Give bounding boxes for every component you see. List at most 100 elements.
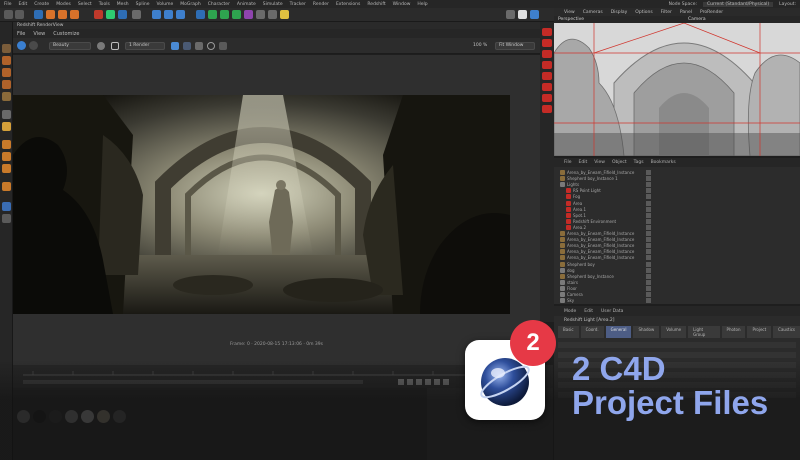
undo-icon[interactable] — [4, 10, 13, 19]
material-swatch[interactable] — [17, 410, 30, 423]
tab-shadow[interactable]: Shadow — [633, 326, 660, 338]
render-view-icon[interactable] — [152, 10, 161, 19]
menu-volume[interactable]: Volume — [157, 2, 174, 7]
cloner-icon[interactable] — [232, 10, 241, 19]
points-mode-icon[interactable] — [2, 56, 11, 65]
scale-icon[interactable] — [58, 10, 67, 19]
solo-icon[interactable] — [2, 182, 11, 191]
rv-menu-view[interactable]: View — [33, 31, 45, 37]
pen-icon[interactable] — [208, 10, 217, 19]
menu-tools[interactable]: Tools — [99, 2, 110, 7]
camera-icon[interactable] — [268, 10, 277, 19]
crop-icon[interactable] — [111, 42, 119, 50]
rs-settings-icon[interactable] — [542, 105, 552, 113]
workplane-axis-icon[interactable] — [2, 202, 11, 211]
rv-menu-customize[interactable]: Customize — [53, 31, 79, 37]
rs-ipr-icon[interactable] — [542, 39, 552, 47]
vp-menu-cameras[interactable]: Cameras — [583, 10, 603, 15]
menu-mograph[interactable]: MoGraph — [180, 2, 200, 7]
material-swatch[interactable] — [49, 410, 62, 423]
layout-label[interactable]: Layout: — [779, 2, 796, 7]
rs-stop-icon[interactable] — [542, 50, 552, 58]
rotate-icon[interactable] — [70, 10, 79, 19]
lock-y-icon[interactable] — [106, 10, 115, 19]
fit-window-select[interactable]: Fit Window — [495, 42, 535, 50]
rs-light-icon[interactable] — [542, 72, 552, 80]
uv-mode-icon[interactable] — [2, 92, 11, 101]
menu-render[interactable]: Render — [313, 2, 329, 7]
color-picker-icon[interactable] — [207, 42, 215, 50]
om-menu-tags[interactable]: Tags — [634, 160, 644, 165]
cube-icon[interactable] — [196, 10, 205, 19]
tab-caustics[interactable]: Caustics — [773, 326, 800, 338]
vp-menu-prorender[interactable]: ProRender — [700, 10, 723, 15]
menu-tracker[interactable]: Tracker — [290, 2, 306, 7]
rs-camera-icon[interactable] — [542, 94, 552, 102]
om-menu-file[interactable]: File — [564, 160, 572, 165]
om-menu-view[interactable]: View — [594, 160, 605, 165]
redo-icon[interactable] — [15, 10, 24, 19]
lock-x-icon[interactable] — [94, 10, 103, 19]
snapshot-icon[interactable] — [219, 42, 227, 50]
rv-menu-file[interactable]: File — [17, 31, 25, 37]
grid-icon[interactable] — [2, 214, 11, 223]
aov-select[interactable]: Beauty — [49, 42, 91, 50]
camera-select-icon[interactable] — [97, 42, 105, 50]
render-settings-icon[interactable] — [176, 10, 185, 19]
render-select[interactable]: 1 Render — [125, 42, 165, 50]
grid-view-icon[interactable] — [171, 42, 179, 50]
material-swatch[interactable] — [81, 410, 94, 423]
menu-spline[interactable]: Spline — [136, 2, 150, 7]
menu-character[interactable]: Character — [208, 2, 230, 7]
rs-material-icon[interactable] — [542, 83, 552, 91]
menu-help[interactable]: Help — [417, 2, 427, 7]
viewport-camera[interactable]: Camera — [688, 17, 706, 22]
rs-snapshot-icon[interactable] — [542, 61, 552, 69]
deformer-icon[interactable] — [244, 10, 253, 19]
am-menu-userdata[interactable]: User Data — [601, 309, 623, 314]
object-row[interactable]: Sky — [554, 297, 800, 304]
snap-icon[interactable] — [2, 140, 11, 149]
material-swatch[interactable] — [65, 410, 78, 423]
soft-selection-icon[interactable] — [2, 164, 11, 173]
menu-mesh[interactable]: Mesh — [117, 2, 129, 7]
coord-system-icon[interactable] — [132, 10, 141, 19]
edges-mode-icon[interactable] — [2, 68, 11, 77]
menu-edit[interactable]: Edit — [19, 2, 28, 7]
tile-view-icon[interactable] — [183, 42, 191, 50]
menu-animate[interactable]: Animate — [237, 2, 256, 7]
om-menu-edit[interactable]: Edit — [579, 160, 588, 165]
am-menu-mode[interactable]: Mode — [564, 309, 576, 314]
render-picture-icon[interactable] — [164, 10, 173, 19]
zoom-level[interactable]: 100 % — [473, 43, 487, 48]
tab-volume[interactable]: Volume — [661, 326, 687, 338]
visibility-toggle[interactable] — [646, 298, 651, 304]
menu-simulate[interactable]: Simulate — [263, 2, 283, 7]
lock-z-icon[interactable] — [118, 10, 127, 19]
material-swatch[interactable] — [97, 410, 110, 423]
menu-file[interactable]: File — [4, 2, 12, 7]
layout-toggle-icon[interactable] — [506, 10, 515, 19]
node-space-select[interactable]: Current (Standard/Physical) — [703, 1, 774, 7]
om-menu-bookmarks[interactable]: Bookmarks — [651, 160, 676, 165]
perspective-viewport[interactable] — [554, 23, 800, 156]
model-mode-icon[interactable] — [2, 110, 11, 119]
tab-coord[interactable]: Coord. — [580, 326, 604, 338]
mode-icon[interactable] — [518, 10, 527, 19]
live-select-icon[interactable] — [34, 10, 43, 19]
tab-project[interactable]: Project — [747, 326, 772, 338]
menu-modes[interactable]: Modes — [56, 2, 71, 7]
am-menu-edit[interactable]: Edit — [584, 309, 593, 314]
render-start-icon[interactable] — [17, 41, 26, 50]
tab-light-group[interactable]: Light Group — [688, 326, 720, 338]
tab-basic[interactable]: Basic — [558, 326, 579, 338]
vp-menu-view[interactable]: View — [564, 10, 575, 15]
move-icon[interactable] — [46, 10, 55, 19]
make-editable-icon[interactable] — [2, 44, 11, 53]
vp-menu-display[interactable]: Display — [611, 10, 628, 15]
tab-photon[interactable]: Photon — [721, 326, 746, 338]
live-mode-icon[interactable] — [530, 10, 539, 19]
om-menu-object[interactable]: Object — [612, 160, 627, 165]
menu-select[interactable]: Select — [78, 2, 92, 7]
attribute-row[interactable] — [558, 342, 796, 348]
